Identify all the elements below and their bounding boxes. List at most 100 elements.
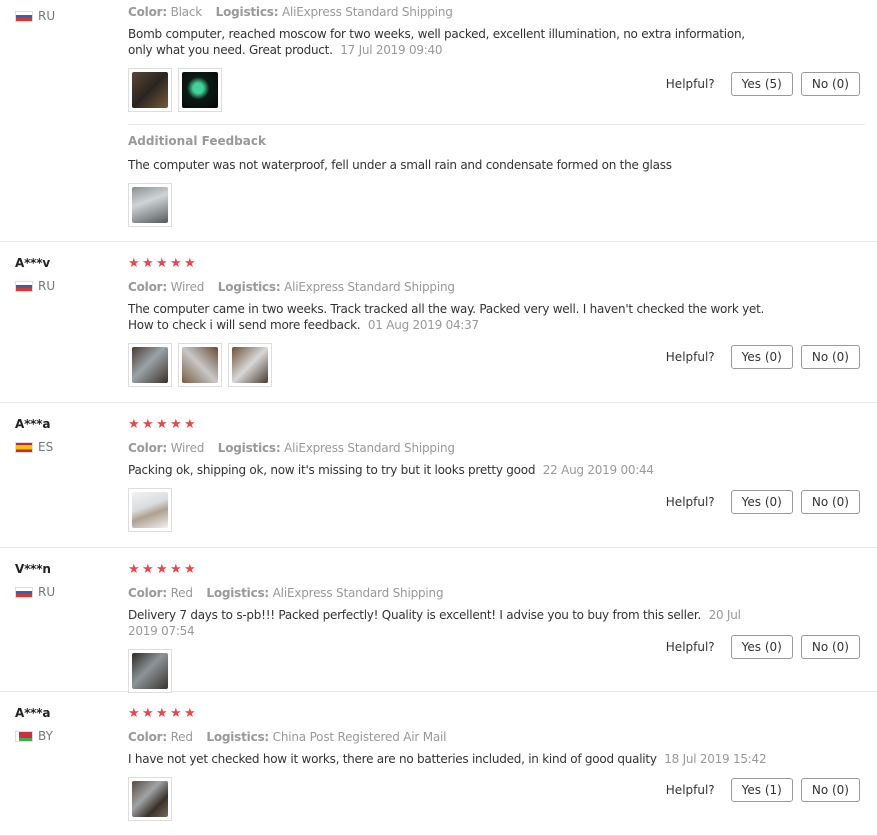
star-icon: ★ <box>156 417 168 432</box>
review-date: 01 Aug 2019 04:37 <box>367 318 479 332</box>
reviewer-name: A***a <box>15 706 51 720</box>
review-body: ★ ★ ★ ★ ★ Color: Wired Logistics: AliExpress… <box>128 418 865 532</box>
flag-es-icon <box>15 441 33 453</box>
review-text-content: Packing ok, shipping ok, now it's missin… <box>128 463 536 477</box>
helpful-yes-button[interactable]: Yes (0) <box>730 490 793 514</box>
reviewer-info: V***n RU <box>15 562 55 599</box>
logistics-value: AliExpress Standard Shipping <box>284 441 455 455</box>
review-item: A***a ES ★ ★ ★ ★ ★ Color: Wired Logistics: A… <box>0 403 877 548</box>
star-icon: ★ <box>156 256 168 271</box>
reviewer-country: RU <box>15 9 55 23</box>
logistics-value: AliExpress Standard Shipping <box>272 586 444 600</box>
reviewer-name: A***v <box>15 256 50 270</box>
star-icon: ★ <box>170 256 182 271</box>
helpful-votes: Helpful? Yes (0) No (0) <box>666 635 860 659</box>
review-photo[interactable] <box>128 343 172 387</box>
review-item: V***n RU ★ ★ ★ ★ ★ Color: Red Logistics: Ali… <box>0 548 877 693</box>
star-icon: ★ <box>170 562 182 577</box>
helpful-votes: Helpful? Yes (0) No (0) <box>666 345 860 369</box>
review-meta: Color: Black Logistics: AliExpress Stand… <box>128 4 865 20</box>
review-body: ★ ★ ★ ★ ★ Color: Red Logistics: AliExpress S… <box>128 563 865 693</box>
helpful-no-button[interactable]: No (0) <box>800 778 860 802</box>
review-photo[interactable] <box>128 183 172 227</box>
review-date: 22 Aug 2019 00:44 <box>542 463 654 477</box>
reviewer-name: A***a <box>15 417 51 431</box>
additional-feedback-title: Additional Feedback <box>128 134 266 148</box>
color-label: Color: <box>128 441 167 455</box>
star-icon: ★ <box>142 562 154 577</box>
color-value: Red <box>170 730 193 744</box>
star-icon: ★ <box>184 256 196 271</box>
review-text: Bomb computer, reached moscow for two we… <box>128 26 768 58</box>
star-icon: ★ <box>170 417 182 432</box>
review-text: Packing ok, shipping ok, now it's missin… <box>128 462 768 478</box>
review-text: I have not yet checked how it works, the… <box>128 751 768 767</box>
review-photo[interactable] <box>178 68 222 112</box>
helpful-yes-button[interactable]: Yes (0) <box>730 345 793 369</box>
star-icon: ★ <box>156 706 168 721</box>
helpful-label: Helpful? <box>665 77 715 91</box>
helpful-votes: Helpful? Yes (1) No (0) <box>666 778 860 802</box>
helpful-no-button[interactable]: No (0) <box>800 72 860 96</box>
logistics-label: Logistics: <box>206 586 270 600</box>
country-code: RU <box>38 279 56 293</box>
logistics-value: AliExpress Standard Shipping <box>281 5 453 19</box>
review-body: ★ ★ ★ ★ ★ Color: Red Logistics: China Post R… <box>128 707 865 821</box>
logistics-label: Logistics: <box>206 730 270 744</box>
helpful-yes-button[interactable]: Yes (1) <box>730 778 793 802</box>
color-value: Black <box>170 5 203 19</box>
helpful-label: Helpful? <box>665 640 715 654</box>
color-value: Red <box>170 586 193 600</box>
flag-ru-icon <box>15 586 33 598</box>
rating-stars: ★ ★ ★ ★ ★ <box>128 418 865 432</box>
helpful-votes: Helpful? Yes (5) No (0) <box>666 72 860 96</box>
reviewer-info: RU <box>15 0 55 23</box>
review-item: RU Color: Black Logistics: AliExpress St… <box>0 0 877 242</box>
review-meta: Color: Red Logistics: China Post Registe… <box>128 729 865 745</box>
additional-feedback-text: The computer was not waterproof, fell un… <box>128 158 672 172</box>
reviewer-info: A***a ES <box>15 417 53 454</box>
star-icon: ★ <box>128 417 140 432</box>
helpful-no-button[interactable]: No (0) <box>800 490 860 514</box>
review-date: 18 Jul 2019 15:42 <box>664 752 767 766</box>
helpful-yes-button[interactable]: Yes (5) <box>730 72 793 96</box>
star-icon: ★ <box>128 562 140 577</box>
star-icon: ★ <box>128 256 140 271</box>
helpful-no-button[interactable]: No (0) <box>800 345 860 369</box>
review-photo[interactable] <box>128 777 172 821</box>
review-photo[interactable] <box>128 488 172 532</box>
review-text: The computer came in two weeks. Track tr… <box>128 301 768 333</box>
review-meta: Color: Red Logistics: AliExpress Standar… <box>128 585 865 601</box>
review-photo[interactable] <box>178 343 222 387</box>
review-photo[interactable] <box>128 68 172 112</box>
color-value: Wired <box>170 280 205 294</box>
reviewer-country: ES <box>15 440 53 454</box>
helpful-yes-button[interactable]: Yes (0) <box>730 635 793 659</box>
additional-feedback: Additional Feedback The computer was not… <box>128 134 865 227</box>
review-photos <box>128 183 865 227</box>
star-icon: ★ <box>184 417 196 432</box>
star-icon: ★ <box>128 706 140 721</box>
star-icon: ★ <box>170 706 182 721</box>
rating-stars: ★ ★ ★ ★ ★ <box>128 563 865 577</box>
reviewer-info: A***v RU <box>15 256 55 293</box>
helpful-label: Helpful? <box>665 783 715 797</box>
color-label: Color: <box>128 730 167 744</box>
logistics-value: AliExpress Standard Shipping <box>284 280 455 294</box>
flag-ru-icon <box>15 10 33 22</box>
review-text-content: I have not yet checked how it works, the… <box>128 752 657 766</box>
reviewer-name: V***n <box>15 562 51 576</box>
country-code: RU <box>38 585 56 599</box>
rating-stars: ★ ★ ★ ★ ★ <box>128 257 865 271</box>
review-date: 17 Jul 2019 09:40 <box>340 43 443 57</box>
logistics-label: Logistics: <box>217 280 281 294</box>
country-code: BY <box>38 729 53 743</box>
review-photo[interactable] <box>228 343 272 387</box>
helpful-no-button[interactable]: No (0) <box>800 635 860 659</box>
helpful-label: Helpful? <box>665 350 715 364</box>
review-meta: Color: Wired Logistics: AliExpress Stand… <box>128 279 865 295</box>
rating-stars: ★ ★ ★ ★ ★ <box>128 707 865 721</box>
review-photo[interactable] <box>128 649 172 693</box>
flag-ru-icon <box>15 280 33 292</box>
country-code: RU <box>38 9 56 23</box>
